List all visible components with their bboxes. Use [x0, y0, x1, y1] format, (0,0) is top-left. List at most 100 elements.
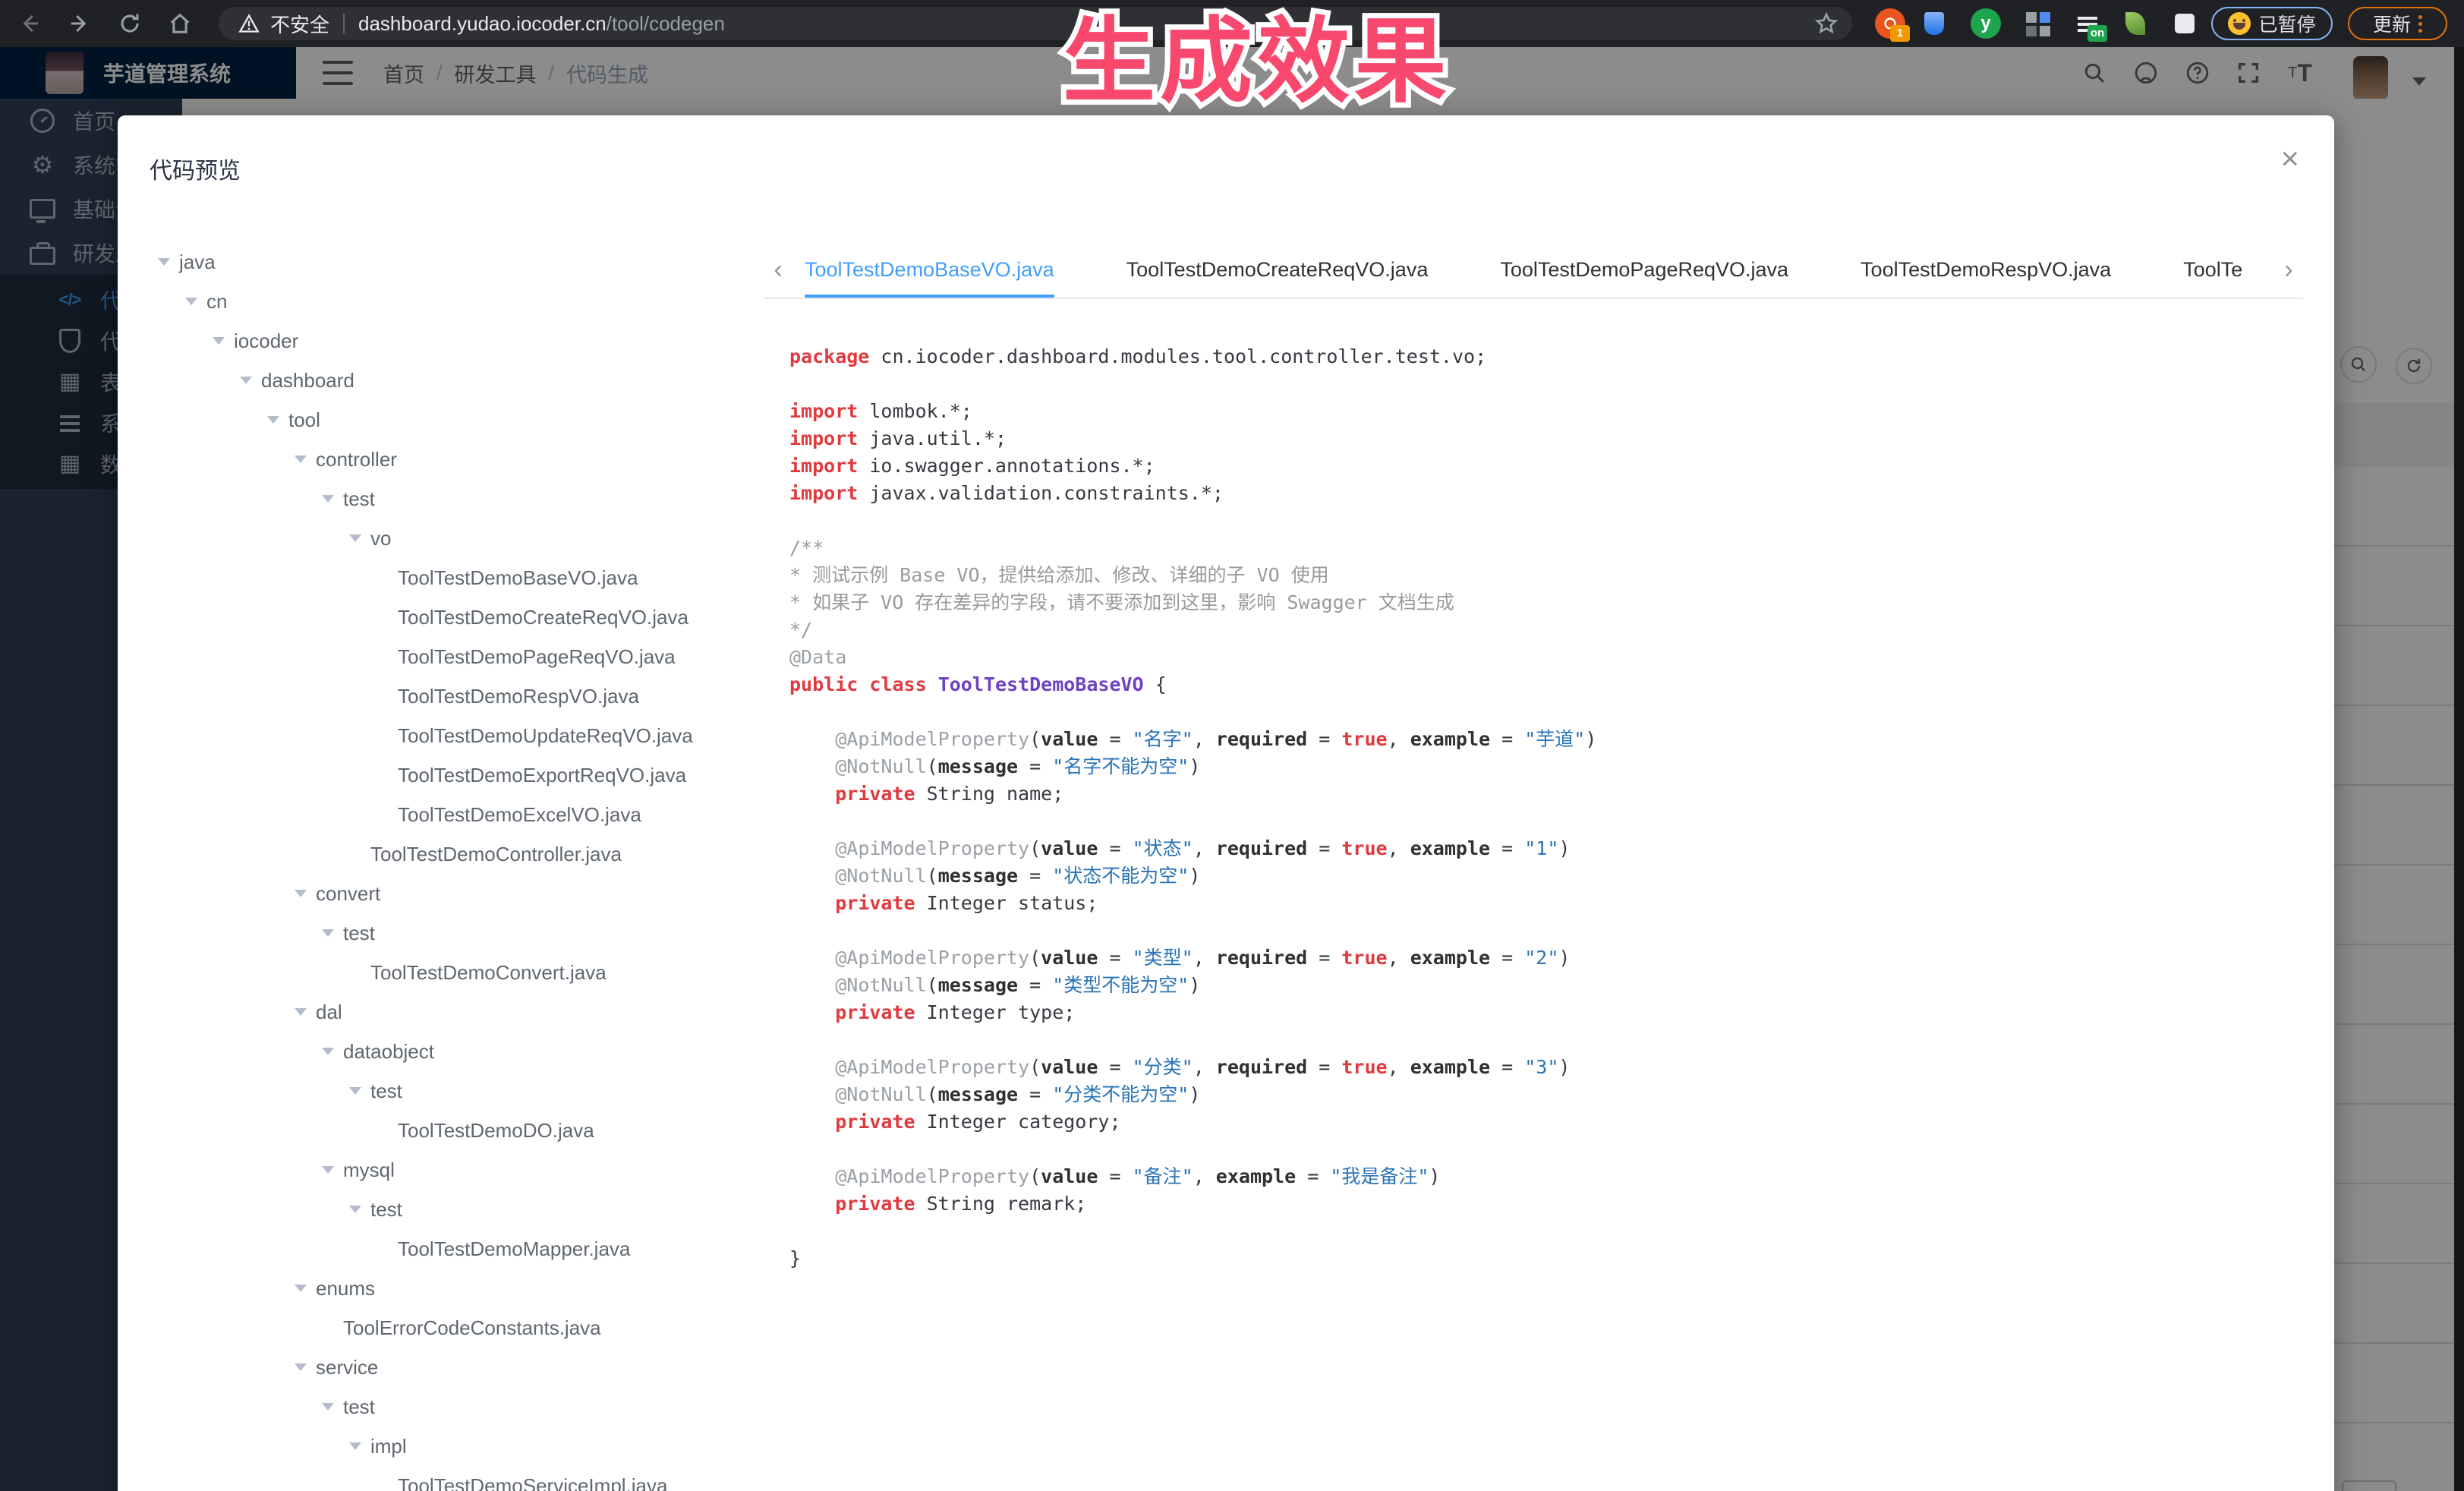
forward-icon[interactable]: [64, 8, 96, 39]
code-line: @Data: [789, 644, 2323, 671]
extension-on-badge: on: [2087, 25, 2107, 42]
tree-expand-caret-icon[interactable]: [213, 337, 225, 345]
close-icon[interactable]: ×: [2280, 143, 2299, 175]
file-tab[interactable]: ToolTestDemoPageReqVO.java: [1500, 241, 1788, 298]
tree-expand-caret-icon[interactable]: [295, 890, 307, 897]
url-bar[interactable]: 不安全 dashboard.yudao.iocoder.cn/tool/code…: [219, 7, 1852, 40]
code-line: @ApiModelProperty(value = "备注", example …: [789, 1163, 2323, 1190]
tree-folder-node[interactable]: test: [158, 1387, 765, 1426]
tree-node-label: ToolErrorCodeConstants.java: [343, 1316, 601, 1340]
extension-puzzle-icon[interactable]: [2169, 8, 2200, 39]
file-tab[interactable]: ToolTestDemoRespVO.java: [1861, 241, 2111, 298]
tree-file-node[interactable]: ToolTestDemoExportReqVO.java: [158, 755, 765, 795]
tree-expand-caret-icon[interactable]: [158, 258, 170, 266]
tree-file-node[interactable]: ToolTestDemoPageReqVO.java: [158, 637, 765, 676]
tree-expand-caret-icon[interactable]: [322, 1048, 334, 1055]
tree-file-node[interactable]: ToolTestDemoBaseVO.java: [158, 558, 765, 597]
tree-file-node[interactable]: ToolErrorCodeConstants.java: [158, 1308, 765, 1348]
profile-paused-chip[interactable]: 已暂停: [2211, 7, 2333, 40]
file-tab[interactable]: ToolTe: [2183, 241, 2242, 298]
tree-folder-node[interactable]: java: [158, 242, 765, 282]
extension-gem-icon[interactable]: [1919, 8, 1949, 39]
tree-file-node[interactable]: ToolTestDemoMapper.java: [158, 1229, 765, 1269]
tree-file-node[interactable]: ToolTestDemoController.java: [158, 834, 765, 874]
home-icon[interactable]: [164, 8, 196, 39]
tree-node-label: test: [343, 487, 375, 511]
extension-list-icon[interactable]: on: [2072, 8, 2103, 39]
tree-file-node[interactable]: ToolTestDemoConvert.java: [158, 953, 765, 992]
tree-expand-caret-icon[interactable]: [295, 455, 307, 463]
tree-folder-node[interactable]: dal: [158, 992, 765, 1032]
tree-expand-caret-icon[interactable]: [322, 1403, 334, 1411]
tree-folder-node[interactable]: convert: [158, 874, 765, 913]
security-label[interactable]: 不安全: [270, 10, 329, 38]
tree-expand-caret-icon[interactable]: [267, 416, 279, 424]
extension-leaf-icon[interactable]: [2120, 8, 2150, 39]
tree-folder-node[interactable]: enums: [158, 1269, 765, 1308]
tree-node-label: ToolTestDemoBaseVO.java: [398, 566, 638, 590]
tree-file-node[interactable]: ToolTestDemoServiceImpl.java: [158, 1466, 765, 1491]
bookmark-star-icon[interactable]: [1814, 11, 1839, 36]
code-line: }: [789, 1245, 2323, 1272]
tree-folder-node[interactable]: test: [158, 1071, 765, 1111]
tree-folder-node[interactable]: dashboard: [158, 361, 765, 400]
tree-expand-caret-icon[interactable]: [349, 1206, 361, 1213]
extension-ubuntu-icon[interactable]: 1: [1875, 8, 1905, 39]
reload-icon[interactable]: [114, 8, 146, 39]
tree-node-label: test: [343, 922, 375, 945]
extension-badge: 1: [1890, 25, 1910, 42]
tree-expand-caret-icon[interactable]: [240, 377, 252, 384]
menu-dots-icon[interactable]: [2418, 15, 2422, 33]
tree-expand-caret-icon[interactable]: [349, 534, 361, 542]
tree-folder-node[interactable]: test: [158, 1190, 765, 1229]
code-line: @NotNull(message = "状态不能为空"): [789, 862, 2323, 890]
tree-expand-caret-icon[interactable]: [295, 1008, 307, 1016]
tree-folder-node[interactable]: cn: [158, 282, 765, 321]
tree-file-node[interactable]: ToolTestDemoDO.java: [158, 1111, 765, 1150]
tree-folder-node[interactable]: mysql: [158, 1150, 765, 1190]
tree-folder-node[interactable]: vo: [158, 519, 765, 558]
code-line: * 测试示例 Base VO，提供给添加、修改、详细的子 VO 使用: [789, 562, 2323, 589]
back-icon[interactable]: [14, 8, 46, 39]
code-line: private String remark;: [789, 1190, 2323, 1218]
tree-expand-caret-icon[interactable]: [349, 1442, 361, 1450]
tree-folder-node[interactable]: test: [158, 913, 765, 953]
tree-expand-caret-icon[interactable]: [322, 495, 334, 503]
tree-expand-caret-icon[interactable]: [322, 1166, 334, 1174]
code-line: private String name;: [789, 780, 2323, 808]
tree-expand-caret-icon[interactable]: [295, 1285, 307, 1292]
tree-folder-node[interactable]: service: [158, 1348, 765, 1387]
tree-node-label: controller: [316, 448, 397, 471]
code-line: @ApiModelProperty(value = "状态", required…: [789, 835, 2323, 862]
tree-file-node[interactable]: ToolTestDemoRespVO.java: [158, 676, 765, 716]
tree-expand-caret-icon[interactable]: [295, 1363, 307, 1371]
extension-y-icon[interactable]: y: [1971, 8, 2001, 39]
update-chip[interactable]: 更新: [2348, 7, 2447, 40]
tree-folder-node[interactable]: impl: [158, 1426, 765, 1466]
screen: 不安全 dashboard.yudao.iocoder.cn/tool/code…: [0, 0, 2464, 1491]
tree-file-node[interactable]: ToolTestDemoCreateReqVO.java: [158, 597, 765, 637]
window-scrollbar[interactable]: [2454, 47, 2464, 1491]
tabs-scroll-right-icon[interactable]: ›: [2273, 241, 2304, 298]
tree-folder-node[interactable]: test: [158, 479, 765, 519]
tree-node-label: ToolTestDemoPageReqVO.java: [398, 645, 676, 669]
warning-icon: [238, 14, 260, 33]
tree-file-node[interactable]: ToolTestDemoUpdateReqVO.java: [158, 716, 765, 755]
tree-file-node[interactable]: ToolTestDemoExcelVO.java: [158, 795, 765, 834]
code-line: import io.swagger.annotations.*;: [789, 452, 2323, 480]
file-tab[interactable]: ToolTestDemoBaseVO.java: [805, 241, 1054, 298]
tree-folder-node[interactable]: controller: [158, 440, 765, 479]
tree-folder-node[interactable]: dataobject: [158, 1032, 765, 1071]
tree-folder-node[interactable]: tool: [158, 400, 765, 440]
url-path: /tool/codegen: [607, 12, 725, 36]
tree-folder-node[interactable]: iocoder: [158, 321, 765, 361]
tree-expand-caret-icon[interactable]: [349, 1087, 361, 1095]
code-line: import java.util.*;: [789, 425, 2323, 452]
code-line: [789, 370, 2323, 398]
file-tab[interactable]: ToolTestDemoCreateReqVO.java: [1126, 241, 1429, 298]
tree-expand-caret-icon[interactable]: [322, 929, 334, 937]
tabs-scroll-left-icon[interactable]: ‹: [763, 241, 793, 298]
extension-grid-icon[interactable]: [2022, 8, 2053, 39]
tree-node-label: test: [370, 1198, 402, 1221]
tree-expand-caret-icon[interactable]: [185, 298, 197, 305]
